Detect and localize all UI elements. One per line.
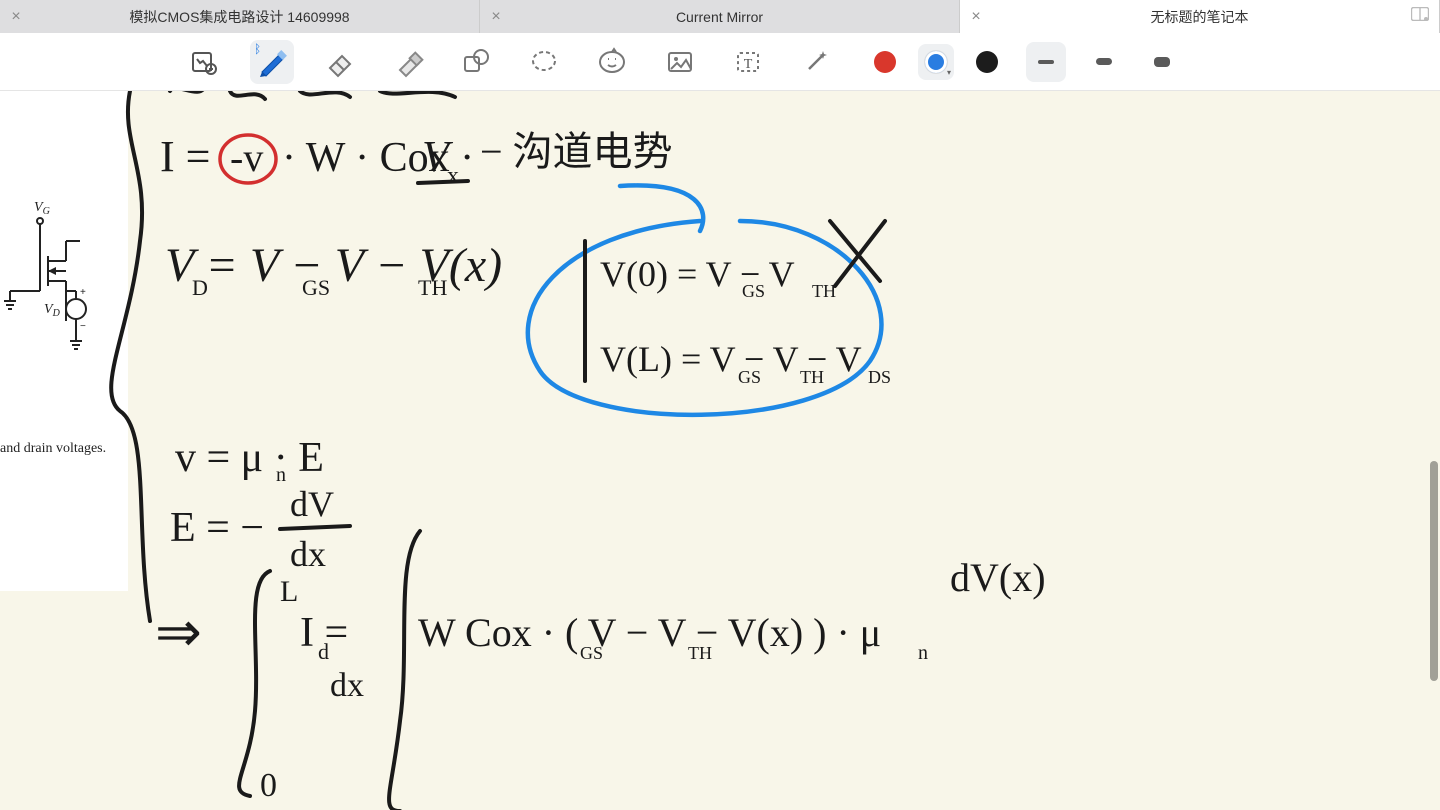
svg-text:0: 0 xyxy=(260,767,277,804)
highlighter-icon[interactable] xyxy=(386,40,430,84)
svg-text:W Cox · ( V − V − V(x): W Cox · ( V − V − V(x) ) · μ xyxy=(418,610,881,655)
scrollbar-thumb[interactable] xyxy=(1430,461,1438,681)
svg-text:− 沟道电势: − 沟道电势 xyxy=(480,129,673,174)
svg-text:d: d xyxy=(318,639,329,664)
svg-text:I =: I = xyxy=(160,132,210,181)
close-icon[interactable]: × xyxy=(0,8,24,26)
tool-group-left: ᛒ T xyxy=(182,40,838,84)
svg-text:GS: GS xyxy=(742,281,765,301)
svg-text:GS: GS xyxy=(302,275,330,300)
svg-text:TH: TH xyxy=(812,281,836,301)
tab-label: 无标题的笔记本 xyxy=(984,7,1439,27)
sticker-icon[interactable] xyxy=(590,40,634,84)
svg-text:DS: DS xyxy=(868,367,891,387)
stroke-medium[interactable] xyxy=(1084,42,1124,82)
svg-text:V(0) = V − V: V(0) = V − V xyxy=(600,254,795,294)
svg-text:GS: GS xyxy=(738,367,761,387)
lasso-icon[interactable] xyxy=(522,40,566,84)
vertical-scrollbar[interactable] xyxy=(1430,91,1438,810)
shape-icon[interactable] xyxy=(454,40,498,84)
drawing-canvas[interactable]: VG VD + − xyxy=(0,91,1440,810)
svg-text:T: T xyxy=(744,57,753,72)
color-black[interactable] xyxy=(976,51,998,73)
close-icon[interactable]: × xyxy=(480,8,504,26)
svg-text:E = −: E = − xyxy=(170,505,264,551)
stroke-thick[interactable] xyxy=(1142,42,1182,82)
svg-text:TH: TH xyxy=(688,643,712,663)
close-icon[interactable]: × xyxy=(960,8,984,26)
tab-label: Current Mirror xyxy=(504,9,959,25)
split-view-icon[interactable] xyxy=(1411,7,1429,26)
svg-text:V = V − V − V(x): V = V − V − V(x) xyxy=(165,239,502,292)
tab-untitled-notebook[interactable]: × 无标题的笔记本 xyxy=(960,0,1440,33)
color-group: ▾ xyxy=(874,44,998,80)
svg-text:dV(x): dV(x) xyxy=(950,555,1046,600)
svg-text:-v: -v xyxy=(230,135,263,180)
svg-text:n: n xyxy=(918,642,928,664)
toolbar: ᛒ T ▾ xyxy=(0,33,1440,91)
svg-text:n: n xyxy=(276,464,286,486)
svg-text:dx: dx xyxy=(330,667,364,704)
svg-text:TH: TH xyxy=(800,367,824,387)
svg-text:L: L xyxy=(280,575,298,608)
svg-text:GS: GS xyxy=(580,643,603,663)
pen-icon[interactable]: ᛒ xyxy=(250,40,294,84)
stroke-group xyxy=(1026,42,1182,82)
svg-text:D: D xyxy=(192,275,208,300)
svg-text:x: x xyxy=(447,163,459,189)
svg-text:dV: dV xyxy=(290,484,334,524)
svg-text:v = μ · E: v = μ · E xyxy=(175,435,324,481)
bluetooth-icon: ᛒ xyxy=(254,42,261,56)
svg-text:⇒: ⇒ xyxy=(155,602,202,664)
ink-layer: I = -v · W · Cox · V x − 沟道电势 V = V − V … xyxy=(0,91,1440,810)
eraser-icon[interactable] xyxy=(318,40,362,84)
chevron-down-icon: ▾ xyxy=(947,68,951,77)
tab-label: 模拟CMOS集成电路设计 14609998 xyxy=(24,7,479,27)
tab-current-mirror[interactable]: × Current Mirror xyxy=(480,0,960,33)
svg-text:TH: TH xyxy=(418,275,447,300)
stroke-thin[interactable] xyxy=(1026,42,1066,82)
text-icon[interactable]: T xyxy=(726,40,770,84)
color-blue[interactable]: ▾ xyxy=(918,44,954,80)
tab-bar: × 模拟CMOS集成电路设计 14609998 × Current Mirror… xyxy=(0,0,1440,33)
tab-cmos[interactable]: × 模拟CMOS集成电路设计 14609998 xyxy=(0,0,480,33)
zoom-add-icon[interactable] xyxy=(182,40,226,84)
image-icon[interactable] xyxy=(658,40,702,84)
svg-text:dx: dx xyxy=(290,534,326,574)
magic-icon[interactable] xyxy=(794,40,838,84)
color-red[interactable] xyxy=(874,51,896,73)
